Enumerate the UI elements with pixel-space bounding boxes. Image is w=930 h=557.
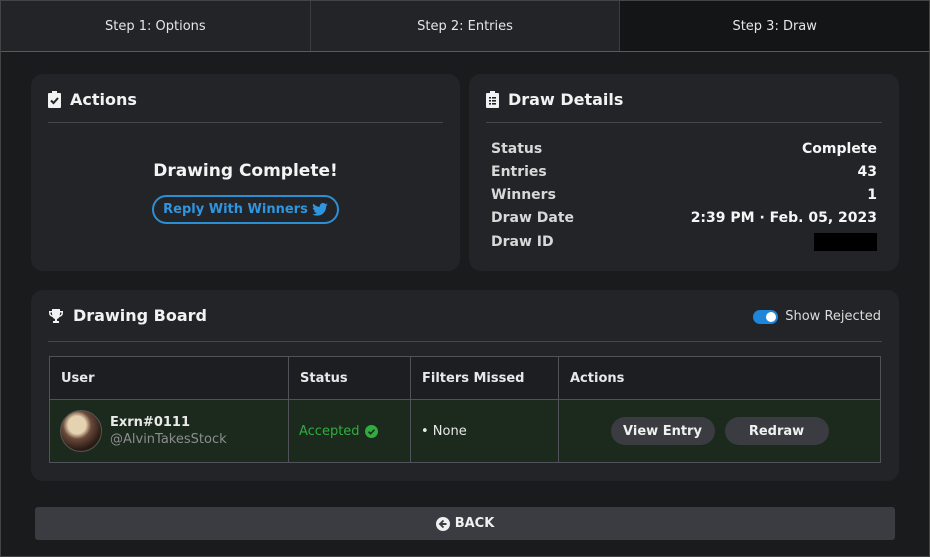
- user-cell: Exrn#0111 @AlvinTakesStock: [49, 399, 289, 463]
- drawing-board-card: Drawing Board Show Rejected User Status …: [31, 290, 899, 481]
- toggle-knob: [766, 311, 777, 322]
- user-handle[interactable]: @AlvinTakesStock: [110, 432, 227, 447]
- reply-with-winners-button[interactable]: Reply With Winners: [152, 195, 339, 224]
- detail-value: Complete: [802, 141, 877, 157]
- detail-key: Draw ID: [491, 234, 554, 250]
- divider: [48, 341, 882, 342]
- username: Exrn#0111: [110, 415, 191, 430]
- actions-cell: View Entry Redraw: [558, 399, 881, 463]
- twitter-icon: [312, 203, 328, 216]
- detail-key: Status: [491, 141, 543, 157]
- toggle-switch[interactable]: [753, 309, 779, 324]
- detail-row-draw-date: Draw Date 2:39 PM · Feb. 05, 2023: [491, 208, 877, 228]
- avatar: [60, 410, 102, 452]
- step-tabs: Step 1: Options Step 2: Entries Step 3: …: [1, 1, 930, 52]
- detail-value: 43: [857, 164, 877, 180]
- toggle-label: Show Rejected: [785, 309, 881, 324]
- column-header-user: User: [49, 356, 289, 400]
- detail-row-status: Status Complete: [491, 139, 877, 159]
- table-row: Exrn#0111 @AlvinTakesStock Accepted • No…: [49, 399, 881, 463]
- filters-missed-cell: • None: [410, 399, 559, 463]
- redraw-button[interactable]: Redraw: [724, 417, 829, 445]
- tab-step-options[interactable]: Step 1: Options: [1, 1, 311, 51]
- show-rejected-toggle[interactable]: Show Rejected: [753, 309, 881, 324]
- draw-details-title-text: Draw Details: [508, 90, 624, 109]
- status-cell: Accepted: [288, 399, 411, 463]
- detail-row-winners: Winners 1: [491, 185, 877, 205]
- tab-step-entries[interactable]: Step 2: Entries: [310, 1, 621, 51]
- clipboard-list-icon: [486, 91, 499, 108]
- arrow-left-circle-icon: [435, 516, 450, 531]
- detail-key: Winners: [491, 187, 556, 203]
- actions-card: Actions Drawing Complete! Reply With Win…: [31, 74, 460, 271]
- drawing-board-title: Drawing Board: [48, 306, 207, 325]
- tab-step-draw[interactable]: Step 3: Draw: [620, 1, 930, 51]
- column-header-actions: Actions: [558, 356, 881, 400]
- status-badge: Accepted: [299, 424, 378, 439]
- redacted-draw-id: [814, 233, 877, 251]
- draw-details-title: Draw Details: [486, 90, 623, 109]
- table-header-row: User Status Filters Missed Actions: [49, 356, 881, 400]
- detail-value: 1: [867, 187, 877, 203]
- actions-title-text: Actions: [70, 90, 137, 109]
- clipboard-check-icon: [48, 91, 61, 108]
- reply-button-label: Reply With Winners: [163, 202, 308, 217]
- status-text: Accepted: [299, 423, 360, 439]
- back-button[interactable]: BACK: [35, 507, 895, 540]
- column-header-status: Status: [288, 356, 411, 400]
- draw-details-card: Draw Details Status Complete Entries 43 …: [469, 74, 899, 271]
- detail-key: Entries: [491, 164, 547, 180]
- back-button-label: BACK: [454, 516, 495, 531]
- entries-table: User Status Filters Missed Actions Exrn#…: [49, 356, 881, 463]
- detail-row-draw-id: Draw ID: [491, 232, 877, 252]
- actions-title: Actions: [48, 90, 137, 109]
- check-circle-icon: [364, 424, 378, 438]
- view-entry-button[interactable]: View Entry: [610, 417, 715, 445]
- drawing-board-title-text: Drawing Board: [73, 306, 207, 325]
- detail-row-entries: Entries 43: [491, 162, 877, 182]
- drawing-complete-text: Drawing Complete!: [153, 161, 338, 181]
- column-header-filters-missed: Filters Missed: [410, 356, 559, 400]
- detail-key: Draw Date: [491, 210, 575, 226]
- trophy-icon: [48, 308, 64, 323]
- detail-value: 2:39 PM · Feb. 05, 2023: [690, 210, 877, 226]
- divider: [48, 122, 443, 123]
- divider: [486, 122, 882, 123]
